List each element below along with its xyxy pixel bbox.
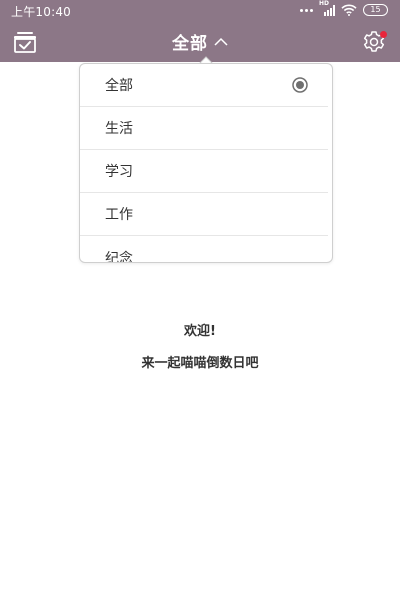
category-item-all[interactable]: 全部 xyxy=(80,64,328,107)
chevron-up-icon xyxy=(214,37,228,46)
wifi-icon xyxy=(341,4,357,16)
category-item-work[interactable]: 工作 xyxy=(80,193,328,236)
radio-selected-icon xyxy=(292,77,308,93)
more-dots-icon xyxy=(300,8,313,12)
settings-button[interactable] xyxy=(362,30,388,54)
category-item-anniversary[interactable]: 纪念 xyxy=(80,236,328,263)
category-selector[interactable]: 全部 xyxy=(0,29,400,54)
category-label: 纪念 xyxy=(105,250,133,263)
battery-icon: 15 xyxy=(363,4,388,16)
notification-dot xyxy=(380,31,387,38)
status-bar: 上午10:40 HD 15 xyxy=(0,0,400,20)
category-label: 工作 xyxy=(105,207,133,223)
battery-level: 15 xyxy=(370,5,381,14)
welcome-title: 欢迎! xyxy=(184,324,216,339)
app-screen: 上午10:40 HD 15 全部 全部 生活 学习 工作 纪念 欢迎! 来一起喵… xyxy=(0,0,400,616)
category-label: 全部 xyxy=(105,78,133,94)
page-title: 全部 xyxy=(172,33,208,54)
category-item-life[interactable]: 生活 xyxy=(80,107,328,150)
category-dropdown: 全部 生活 学习 工作 纪念 xyxy=(79,63,333,263)
signal-icon: HD xyxy=(319,1,335,16)
category-label: 生活 xyxy=(105,121,133,137)
category-label: 学习 xyxy=(105,164,133,180)
status-icons: HD 15 xyxy=(300,1,388,17)
header: 上午10:40 HD 15 全部 xyxy=(0,0,400,62)
welcome-subtitle: 来一起喵喵倒数日吧 xyxy=(141,356,259,371)
category-item-study[interactable]: 学习 xyxy=(80,150,328,193)
status-time: 上午10:40 xyxy=(11,5,71,19)
